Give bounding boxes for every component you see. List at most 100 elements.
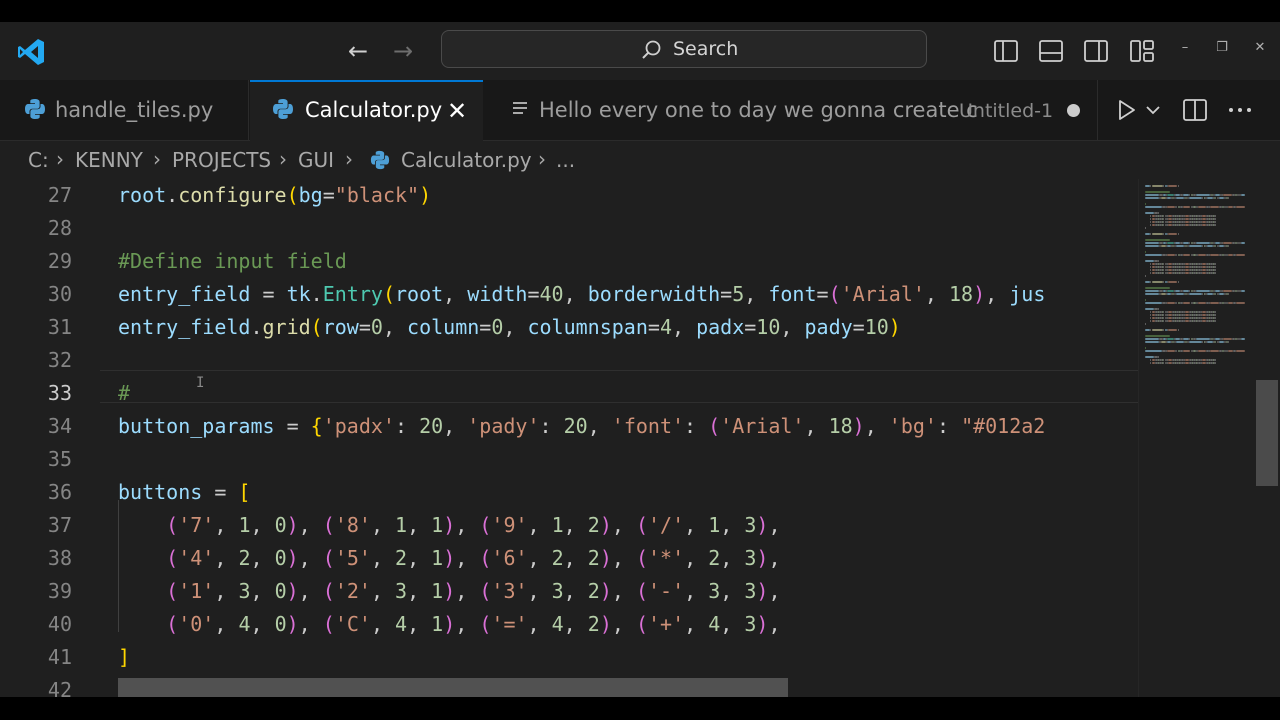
- minimap-line: [1167, 206, 1175, 208]
- code-token: ,: [455, 579, 480, 603]
- code-token: 40: [539, 282, 564, 306]
- horizontal-scrollbar-thumb[interactable]: [118, 678, 788, 697]
- code-token: [: [238, 480, 251, 504]
- code-token: ,: [563, 282, 588, 306]
- close-window-icon[interactable]: ✕: [1250, 38, 1270, 58]
- vscode-logo-icon[interactable]: [15, 36, 47, 68]
- breadcrumb-item-file[interactable]: Calculator.py: [401, 148, 532, 172]
- minimap-line: [1215, 263, 1217, 265]
- code-token: ,: [684, 579, 709, 603]
- minimap[interactable]: [1138, 179, 1257, 697]
- code-token: 2: [708, 546, 721, 570]
- code-line[interactable]: 29 #Define input field: [0, 245, 1138, 278]
- code-line[interactable]: 37 ('7', 1, 0), ('8', 1, 1), ('9', 1, 2)…: [0, 509, 1138, 542]
- minimap-line: [1210, 254, 1220, 256]
- code-line[interactable]: 41]: [0, 641, 1138, 674]
- breadcrumb-item-kenny[interactable]: KENNY: [75, 148, 143, 172]
- code-token: Entry: [322, 282, 383, 306]
- code-editor[interactable]: 27 root.configure(bg="black") 28 29 #Define …: [0, 179, 1280, 697]
- code-token: {: [310, 414, 323, 438]
- minimap-line: [1215, 362, 1217, 364]
- code-token: button_params: [118, 414, 275, 438]
- code-token: ,: [443, 282, 468, 306]
- minimap-line: [1198, 302, 1207, 304]
- minimap-line: [1215, 317, 1217, 319]
- code-line[interactable]: 35: [0, 443, 1138, 476]
- code-line[interactable]: 32: [0, 344, 1138, 377]
- line-number: 38: [47, 546, 72, 570]
- code-line[interactable]: 38 ('4', 2, 0), ('5', 2, 1), ('6', 2, 2)…: [0, 542, 1138, 575]
- unsaved-dot-icon[interactable]: [1067, 104, 1080, 117]
- minimap-line: [1215, 311, 1217, 313]
- code-token: 3: [708, 579, 721, 603]
- code-token: ,: [611, 579, 636, 603]
- code-token: 2: [587, 546, 600, 570]
- toggle-secondary-sidebar-icon[interactable]: [1083, 39, 1109, 63]
- code-token: ): [756, 579, 769, 603]
- run-python-file-icon[interactable]: [1114, 98, 1138, 122]
- code-token: 18: [828, 414, 853, 438]
- minimize-icon[interactable]: –: [1175, 38, 1195, 58]
- code-token: '+': [648, 612, 685, 636]
- split-editor-icon[interactable]: [1182, 98, 1208, 122]
- code-token: 4: [551, 612, 564, 636]
- breadcrumb-item-projects[interactable]: PROJECTS: [172, 148, 271, 172]
- code-token: '/': [648, 513, 685, 537]
- code-line[interactable]: 39 ('1', 3, 0), ('2', 3, 1), ('3', 3, 2)…: [0, 575, 1138, 608]
- code-token: 1: [395, 513, 408, 537]
- code-line[interactable]: 33 #: [0, 377, 1138, 410]
- code-token: 2: [238, 546, 251, 570]
- breadcrumb-item-symbols[interactable]: ...: [556, 148, 575, 172]
- code-token: '*': [648, 546, 685, 570]
- customize-layout-icon[interactable]: [1129, 39, 1155, 63]
- minimap-line: [1195, 194, 1210, 196]
- minimap-line: [1145, 341, 1160, 343]
- minimap-line: [1215, 218, 1217, 220]
- code-token: ,: [684, 612, 709, 636]
- code-token: (: [166, 612, 179, 636]
- code-line[interactable]: 36 buttons = [: [0, 476, 1138, 509]
- minimap-line: [1145, 275, 1147, 277]
- breadcrumb-item-gui[interactable]: GUI: [298, 148, 334, 172]
- minimap-line: [1145, 302, 1162, 304]
- minimap-line: [1198, 350, 1207, 352]
- close-tab-icon[interactable]: ✕: [447, 97, 467, 125]
- toggle-primary-sidebar-icon[interactable]: [993, 39, 1019, 63]
- code-line[interactable]: 28: [0, 212, 1138, 245]
- minimap-line: [1210, 302, 1220, 304]
- code-token: (: [635, 612, 648, 636]
- code-token: (: [322, 513, 335, 537]
- code-line[interactable]: 34 button_params = {'padx': 20, 'pady': 2…: [0, 410, 1138, 443]
- code-token: ,: [407, 612, 432, 636]
- code-line[interactable]: 40 ('0', 4, 0), ('C', 4, 1), ('=', 4, 2)…: [0, 608, 1138, 641]
- code-token: ,: [527, 513, 552, 537]
- minimap-line: [1177, 281, 1179, 283]
- chevron-down-icon[interactable]: [1145, 104, 1161, 116]
- code-token: width: [467, 282, 528, 306]
- code-token: =: [852, 315, 865, 339]
- vertical-scrollbar-thumb[interactable]: [1256, 380, 1278, 486]
- forward-arrow-icon[interactable]: →: [388, 36, 418, 66]
- breadcrumb-item-drive[interactable]: C:: [28, 148, 49, 172]
- code-token: 4: [708, 612, 721, 636]
- tab-calculator[interactable]: Calculator.py ✕: [250, 80, 483, 141]
- code-token: (: [635, 579, 648, 603]
- code-line[interactable]: 31 entry_field.grid(row=0, column=0, colu…: [0, 311, 1138, 344]
- back-arrow-icon[interactable]: ←: [343, 36, 373, 66]
- code-token: bg: [298, 183, 323, 207]
- tab-untitled-1[interactable]: Hello every one to day we gonna create c…: [484, 80, 1098, 140]
- line-number: 28: [47, 216, 72, 240]
- code-token: "#012a2: [961, 414, 1046, 438]
- code-line[interactable]: 30 entry_field = tk.Entry(root, width=40,…: [0, 278, 1138, 311]
- toggle-panel-icon[interactable]: [1038, 39, 1064, 63]
- more-actions-icon[interactable]: [1228, 106, 1252, 114]
- code-token: entry_field: [118, 282, 251, 306]
- code-line[interactable]: 27 root.configure(bg="black"): [0, 179, 1138, 212]
- code-text: root.configure(bg="black"): [118, 179, 431, 212]
- line-number: 41: [47, 645, 72, 669]
- command-center-search[interactable]: Search: [441, 30, 927, 68]
- minimap-line: [1177, 329, 1179, 331]
- code-token: =: [322, 183, 335, 207]
- restore-icon[interactable]: ❐: [1212, 38, 1232, 58]
- tab-handle-tiles[interactable]: handle_tiles.py: [0, 80, 249, 140]
